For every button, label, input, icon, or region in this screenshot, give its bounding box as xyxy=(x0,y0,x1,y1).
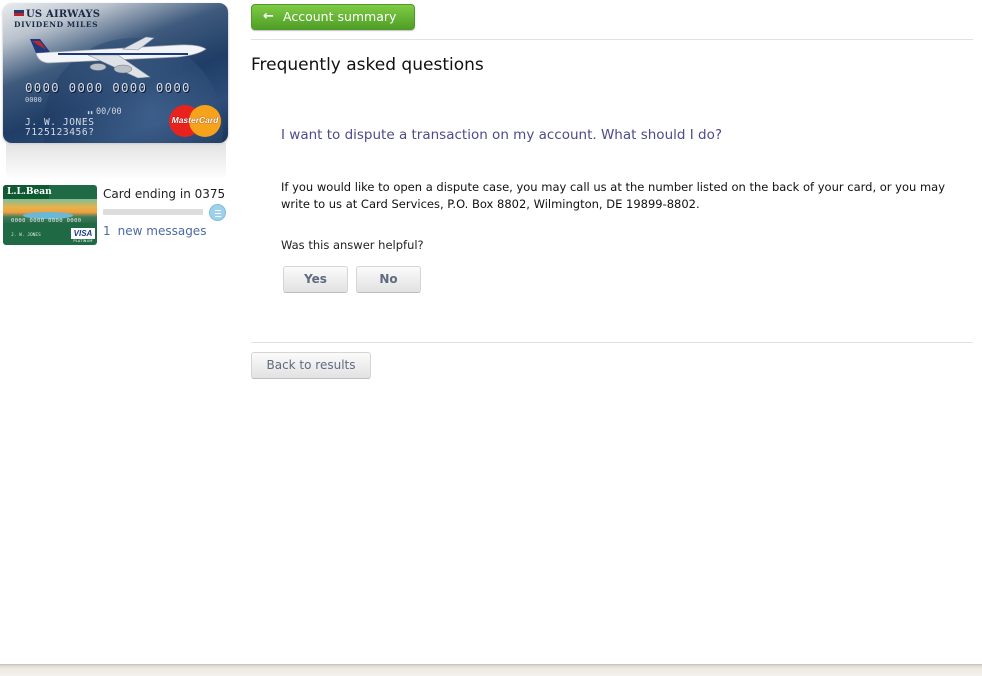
card-expiry: ▮▮ 00/00 xyxy=(87,107,122,117)
card-number: 0000 0000 0000 0000 xyxy=(11,218,82,224)
no-button[interactable]: No xyxy=(356,266,421,293)
faq-question: I want to dispute a transaction on my ac… xyxy=(281,127,723,143)
divider xyxy=(251,39,973,40)
back-to-results-button[interactable]: Back to results xyxy=(251,352,371,379)
arrow-left-icon: ← xyxy=(263,9,274,24)
llbean-logo: L.L.Bean xyxy=(3,185,52,199)
airplane-graphic xyxy=(30,36,207,79)
llbean-card-thumbnail[interactable]: L.L.Bean 0000 0000 0000 0000 J. W. JONES… xyxy=(3,185,97,245)
card-ending-label: Card ending in 0375 xyxy=(103,187,226,201)
card-reflection xyxy=(6,143,226,181)
messages-count: 1 xyxy=(103,224,111,238)
yes-button[interactable]: Yes xyxy=(283,266,348,293)
card-number: 0000 0000 0000 0000 xyxy=(25,80,191,95)
featured-credit-card[interactable]: US AIRWAYS DIVIDEND MILES 0000 0000 0000… xyxy=(3,3,228,143)
card-brand-logo: US AIRWAYS DIVIDEND MILES xyxy=(14,9,101,29)
messages-label: new messages xyxy=(117,224,207,238)
card-account-code: 7125123456? xyxy=(25,127,95,138)
mastercard-logo: MasterCard xyxy=(169,105,221,137)
new-messages-link[interactable]: 1 new messages xyxy=(103,224,206,238)
page-title: Frequently asked questions xyxy=(251,55,484,75)
helpful-prompt: Was this answer helpful? xyxy=(281,238,424,252)
divider xyxy=(251,342,973,343)
visa-logo: VISA xyxy=(71,228,95,239)
message-icon[interactable] xyxy=(209,204,226,221)
faq-answer: If you would like to open a dispute case… xyxy=(281,180,946,211)
account-summary-button[interactable]: ← Account summary xyxy=(251,4,415,30)
card-code: 0000 xyxy=(25,96,42,104)
card-tier: PLATINUM xyxy=(73,239,93,243)
card-holder-name: J. W. JONES xyxy=(11,233,41,238)
footer-strip xyxy=(0,664,982,676)
card-progress-bar xyxy=(103,209,203,215)
account-summary-label: Account summary xyxy=(283,9,397,24)
